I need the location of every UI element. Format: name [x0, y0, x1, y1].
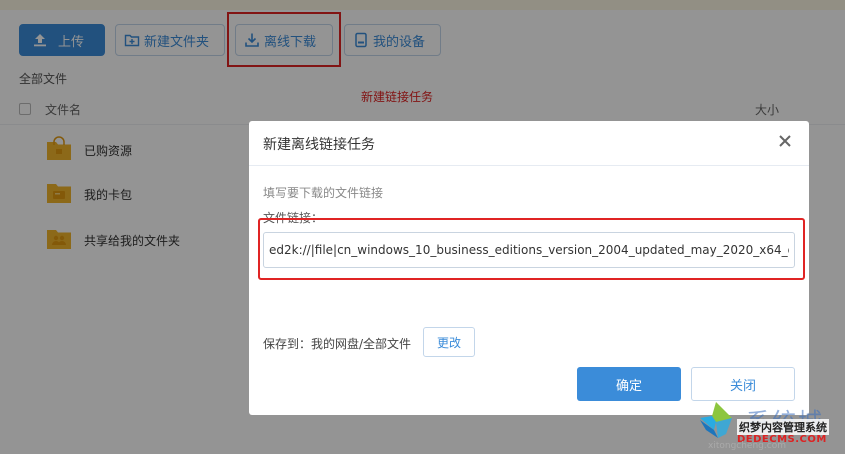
- watermark-url: xitongcheng.com: [708, 441, 786, 451]
- save-location-label: 保存到：我的网盘/全部文件: [263, 337, 412, 351]
- dialog-header: 新建离线链接任务: [249, 121, 809, 166]
- dialog-hint: 填写要下载的文件链接: [263, 186, 384, 200]
- change-location-button[interactable]: 更改: [423, 327, 475, 357]
- dialog-title: 新建离线链接任务: [263, 137, 375, 153]
- close-icon[interactable]: [777, 133, 793, 149]
- close-button[interactable]: 关闭: [691, 367, 795, 401]
- confirm-button[interactable]: 确定: [577, 367, 681, 401]
- windows-logo-icon: [700, 402, 732, 438]
- watermark-cn: 织梦内容管理系统: [737, 419, 829, 435]
- highlight-link-input: [258, 218, 805, 280]
